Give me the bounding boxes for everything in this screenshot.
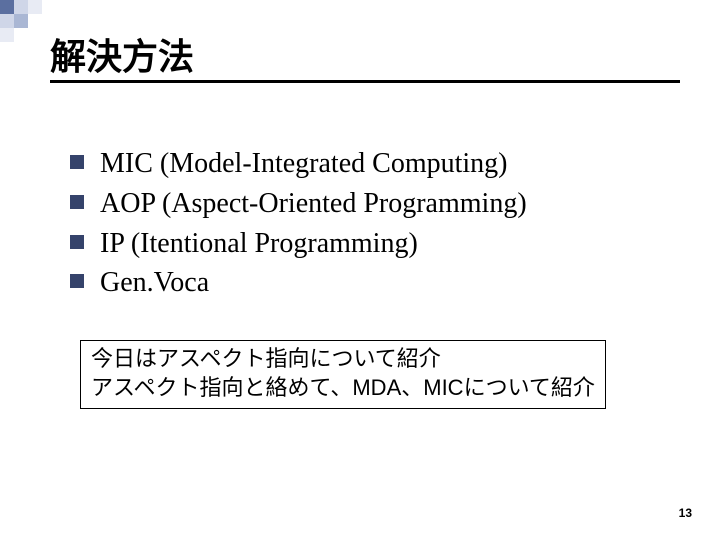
note-line: アスペクト指向と絡めて、MDA、MICについて紹介 (91, 374, 595, 403)
square-bullet-icon (70, 155, 84, 169)
page-number: 13 (679, 506, 692, 520)
note-line: 今日はアスペクト指向について紹介 (91, 345, 595, 374)
note-box: 今日はアスペクト指向について紹介 アスペクト指向と絡めて、MDA、MICについて… (80, 340, 606, 409)
list-item-text: IP (Itentional Programming) (100, 225, 418, 263)
list-item: IP (Itentional Programming) (70, 225, 670, 263)
list-item-text: MIC (Model-Integrated Computing) (100, 145, 507, 183)
list-item: Gen.Voca (70, 264, 670, 302)
title-underline (50, 80, 680, 83)
square-bullet-icon (70, 274, 84, 288)
list-item-text: Gen.Voca (100, 264, 209, 302)
list-item: MIC (Model-Integrated Computing) (70, 145, 670, 183)
list-item: AOP (Aspect-Oriented Programming) (70, 185, 670, 223)
list-item-text: AOP (Aspect-Oriented Programming) (100, 185, 527, 223)
bullet-list: MIC (Model-Integrated Computing) AOP (As… (70, 145, 670, 304)
corner-decoration (0, 0, 42, 42)
square-bullet-icon (70, 195, 84, 209)
slide-title: 解決方法 (50, 28, 194, 80)
square-bullet-icon (70, 235, 84, 249)
